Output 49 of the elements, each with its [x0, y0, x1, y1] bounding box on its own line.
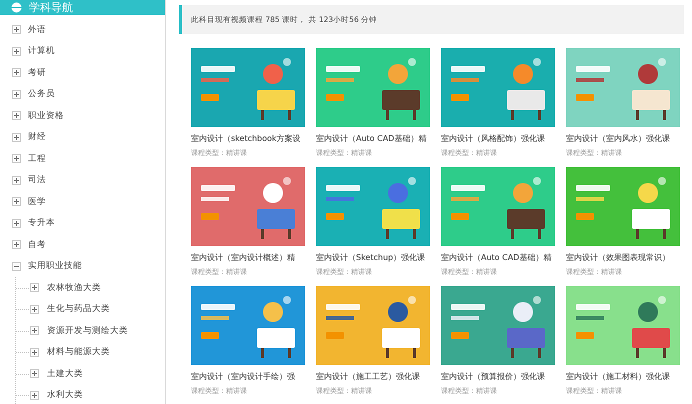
expand-icon[interactable]	[12, 90, 21, 99]
sidebar-title: 学科导航	[29, 0, 73, 15]
nav-item[interactable]: 考研	[28, 66, 46, 79]
course-title[interactable]: 室内设计（施工工艺）强化课	[316, 372, 430, 382]
expand-icon[interactable]	[12, 176, 21, 185]
nav-item[interactable]: 资源开发与测绘大类	[47, 324, 128, 337]
expand-icon[interactable]	[12, 240, 21, 250]
collapse-icon[interactable]	[12, 262, 21, 271]
nav-item[interactable]: 专升本	[28, 217, 55, 230]
nav-item[interactable]: 实用职业技能	[28, 260, 82, 272]
nav-item[interactable]: 医学	[28, 196, 46, 208]
nav-item[interactable]: 计算机	[28, 45, 55, 58]
nav-item[interactable]: 公务员	[28, 88, 55, 100]
course-title[interactable]: 室内设计（Auto CAD基础）精	[316, 134, 430, 144]
expand-icon[interactable]	[12, 111, 21, 120]
expand-icon[interactable]	[30, 369, 39, 378]
course-title[interactable]: 室内设计（预算报价）强化课	[441, 372, 555, 382]
expand-icon[interactable]	[30, 390, 39, 400]
nav-item[interactable]: 水利大类	[47, 389, 83, 402]
nav-item[interactable]: 财经	[28, 131, 46, 144]
expand-icon[interactable]	[30, 348, 39, 357]
expand-icon[interactable]	[12, 46, 21, 56]
course-title[interactable]: 室内设计（sketchbook方案设	[191, 134, 305, 144]
nav-item[interactable]: 生化与药品大类	[47, 303, 110, 316]
nav-item[interactable]: 职业资格	[28, 110, 64, 122]
nav-item[interactable]: 司法	[28, 174, 46, 186]
expand-icon[interactable]	[12, 197, 21, 206]
expand-icon[interactable]	[12, 25, 21, 34]
nav-item[interactable]: 土建大类	[47, 368, 83, 380]
course-title[interactable]: 室内设计（室内风水）强化课	[566, 134, 680, 144]
expand-icon[interactable]	[12, 68, 21, 78]
course-title[interactable]: 室内设计（室内设计概述）精	[191, 253, 305, 263]
expand-icon[interactable]	[12, 132, 21, 142]
nav-item[interactable]: 工程	[28, 152, 46, 165]
expand-icon[interactable]	[30, 304, 39, 314]
course-title[interactable]: 室内设计（Auto CAD基础）精	[441, 253, 555, 263]
nav-item[interactable]: 外语	[28, 24, 46, 36]
course-title[interactable]: 室内设计（施工材料）强化课	[566, 372, 680, 382]
expand-icon[interactable]	[30, 283, 39, 292]
expand-icon[interactable]	[12, 218, 21, 228]
nav-item[interactable]: 农林牧渔大类	[47, 282, 101, 294]
expand-icon[interactable]	[12, 154, 21, 164]
course-title[interactable]: 室内设计（效果图表现常识）	[566, 253, 680, 263]
expand-icon[interactable]	[30, 326, 39, 336]
nav-item[interactable]: 自考	[28, 238, 46, 251]
course-title[interactable]: 室内设计（Sketchup）强化课	[316, 253, 430, 263]
course-title[interactable]: 室内设计（风格配饰）强化课	[441, 134, 555, 144]
nav-item[interactable]: 材料与能源大类	[47, 346, 110, 358]
course-title[interactable]: 室内设计（室内设计手绘）强	[191, 372, 305, 382]
